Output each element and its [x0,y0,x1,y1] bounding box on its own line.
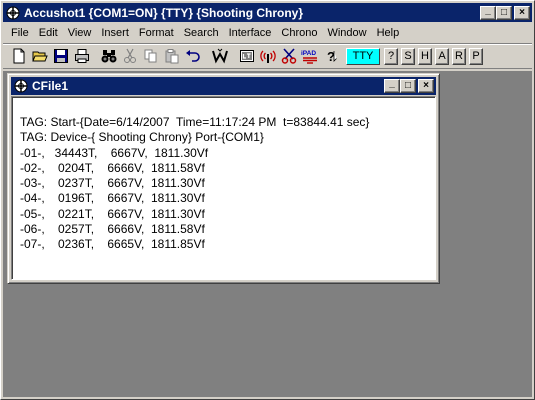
find-button[interactable] [99,46,119,66]
ipad-icon: iPAD [301,50,317,64]
scissors-button[interactable] [279,46,299,66]
menu-help[interactable]: Help [372,27,405,39]
scissors-icon [281,48,297,64]
minimize-button[interactable]: _ [480,4,496,20]
toolbar: iPAD ? TTY ? S H A R P [3,43,532,69]
h-button[interactable]: H [418,47,432,65]
help-button[interactable]: ? [321,46,341,66]
print-button[interactable] [72,46,92,66]
copy-button[interactable] [141,46,161,66]
w-button[interactable] [210,46,230,66]
tag-start-line: TAG: Start-{Date=6/14/2007 Time=11:17:24… [20,115,370,129]
radar-icon [260,50,276,63]
help-icon: ? [327,49,337,64]
child-minimize-button[interactable]: _ [384,79,400,93]
paste-button[interactable] [162,46,182,66]
text-document[interactable]: TAG: Start-{Date=6/14/2007 Time=11:17:24… [11,96,436,280]
lt-icon [240,50,254,62]
shot-line: -06-, 0257T, 6666V, 1811.58Vf [20,222,205,237]
maximize-button[interactable]: □ [496,5,512,20]
undo-button[interactable] [183,46,203,66]
cut-button[interactable] [120,46,140,66]
save-icon [54,49,68,63]
w-icon [212,48,228,64]
r-button[interactable]: R [452,47,466,65]
menu-chrono[interactable]: Chrono [276,27,322,39]
close-icon: × [423,80,429,91]
lt-button[interactable] [237,46,257,66]
mdi-client-area[interactable]: CFile1 _ □ × TAG: Start-{Date=6/14/2007 … [3,71,532,397]
query-button[interactable]: ? [384,47,398,65]
ipad-label: iPAD [301,50,316,57]
tag-device-line: TAG: Device-{ Shooting Chrony} Port-{COM… [20,130,264,145]
find-binoculars-icon [101,50,117,63]
shot-line: -07-, 0236T, 6665V, 1811.85Vf [20,237,205,252]
menu-view[interactable]: View [63,27,97,39]
minimize-icon: _ [389,78,395,89]
s-button[interactable]: S [401,47,415,65]
close-button[interactable]: × [514,5,530,20]
child-close-button[interactable]: × [418,79,434,93]
menu-window[interactable]: Window [322,27,371,39]
menu-edit[interactable]: Edit [34,27,63,39]
close-icon: × [519,6,525,18]
p-button[interactable]: P [469,47,483,65]
app-titlebar[interactable]: Accushot1 {COM1=ON} {TTY} {Shooting Chro… [3,3,532,22]
save-button[interactable] [51,46,71,66]
app-title: Accushot1 {COM1=ON} {TTY} {Shooting Chro… [24,5,304,20]
menu-search[interactable]: Search [179,27,224,39]
minimize-icon: _ [485,4,491,16]
open-folder-button[interactable] [30,46,50,66]
radar-button[interactable] [258,46,278,66]
copy-icon [144,49,157,63]
open-folder-icon [32,51,48,62]
paste-icon [165,49,179,64]
undo-icon [186,50,200,62]
child-window-icon [13,78,29,94]
menu-interface[interactable]: Interface [224,27,277,39]
shot-line: -04-, 0196T, 6667V, 1811.30Vf [20,191,205,206]
shot-line: -05-, 0221T, 6667V, 1811.30Vf [20,206,205,221]
app-icon [5,5,21,21]
menu-insert[interactable]: Insert [96,27,134,39]
new-file-icon [13,48,25,64]
app-window: Accushot1 {COM1=ON} {TTY} {Shooting Chro… [0,0,535,400]
print-icon [75,49,89,63]
menu-file[interactable]: File [3,27,34,39]
shot-line: -02-, 0204T, 6666V, 1811.58Vf [20,160,205,175]
ipad-button[interactable]: iPAD [300,46,320,66]
menu-bar: File Edit View Insert Format Search Inte… [3,23,532,42]
child-titlebar[interactable]: CFile1 _ □ × [11,77,436,95]
new-file-button[interactable] [9,46,29,66]
child-maximize-button[interactable]: □ [400,79,416,93]
maximize-icon: □ [404,80,412,91]
child-window: CFile1 _ □ × TAG: Start-{Date=6/14/2007 … [7,73,440,284]
cut-icon [124,48,136,63]
shot-line: -03-, 0237T, 6667V, 1811.30Vf [20,176,205,191]
a-button[interactable]: A [435,47,449,65]
tty-button[interactable]: TTY [346,47,380,65]
shot-line: -01-, 34443T, 6667V, 1811.30Vf [20,145,209,160]
menu-format[interactable]: Format [134,27,179,39]
child-title: CFile1 [32,79,69,93]
maximize-icon: □ [500,6,508,18]
